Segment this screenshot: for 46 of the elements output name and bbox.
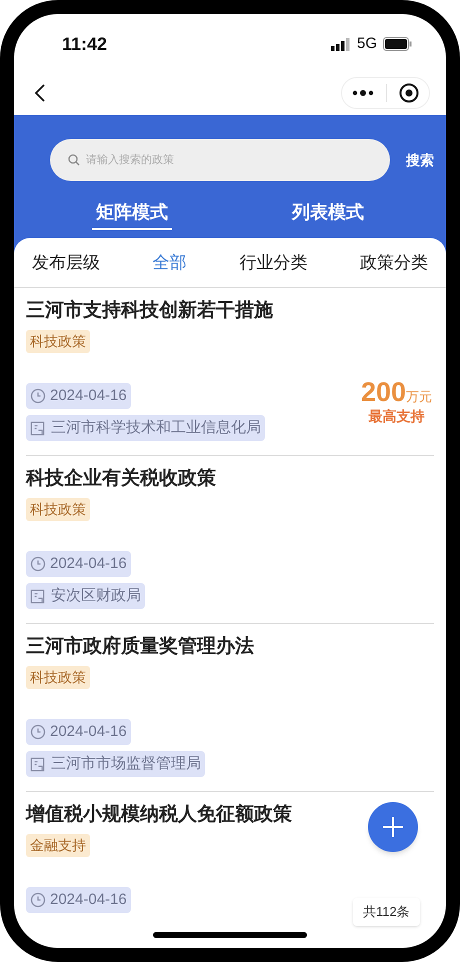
department-text: 三河市科学技术和工业信息化局 — [51, 418, 261, 438]
policy-tag: 科技政策 — [26, 330, 90, 353]
add-button[interactable] — [368, 802, 418, 852]
status-time: 11:42 — [62, 32, 108, 56]
filter-tab[interactable]: 行业分类 — [239, 250, 308, 276]
more-icon — [352, 90, 374, 96]
policy-title[interactable]: 三河市支持科技创新若干措施 — [26, 298, 273, 324]
building-icon — [30, 588, 45, 604]
search-icon — [68, 154, 80, 166]
back-icon — [34, 82, 46, 102]
network-label: 5G — [356, 34, 377, 54]
search-field[interactable]: 请输入搜索的政策 — [50, 139, 390, 181]
department-text: 安次区财政局 — [51, 586, 141, 606]
total-count: 共112条 — [353, 898, 420, 926]
amount-label: 最高支持 — [368, 407, 424, 426]
policy-title[interactable]: 三河市政府质量奖管理办法 — [26, 634, 254, 660]
plus-icon — [382, 816, 404, 838]
target-icon — [399, 82, 419, 102]
battery-icon — [383, 37, 412, 51]
clock-icon — [30, 724, 46, 740]
view-tab[interactable]: 列表模式 — [288, 199, 368, 230]
view-tab[interactable]: 矩阵模式 — [92, 199, 172, 230]
building-icon — [30, 756, 45, 772]
date-text: 2024-04-16 — [50, 386, 127, 406]
policy-tag: 科技政策 — [26, 498, 90, 521]
policy-tag: 科技政策 — [26, 666, 90, 689]
date-text: 2024-04-16 — [50, 722, 127, 742]
policy-title[interactable]: 科技企业有关税收政策 — [26, 466, 216, 492]
department-text: 三河市市场监督管理局 — [51, 754, 201, 774]
date-text: 2024-04-16 — [50, 890, 127, 910]
search-button[interactable]: 搜索 — [406, 150, 434, 170]
clock-icon — [30, 388, 46, 404]
close-button[interactable] — [399, 82, 419, 102]
date-text: 2024-04-16 — [50, 554, 127, 574]
amount-value: 200 — [360, 378, 406, 406]
amount-unit: 万元 — [406, 388, 432, 406]
clock-icon — [30, 892, 46, 908]
more-button[interactable] — [352, 90, 374, 96]
policy-tag: 金融支持 — [26, 834, 90, 857]
clock-icon — [30, 556, 46, 572]
policy-title[interactable]: 增值税小规模纳税人免征额政策 — [26, 802, 292, 828]
filter-tab[interactable]: 政策分类 — [360, 250, 428, 276]
signal-icon — [330, 38, 351, 50]
building-icon — [30, 420, 45, 436]
filter-tab[interactable]: 全部 — [152, 250, 187, 276]
filter-tab[interactable]: 发布层级 — [32, 250, 100, 276]
